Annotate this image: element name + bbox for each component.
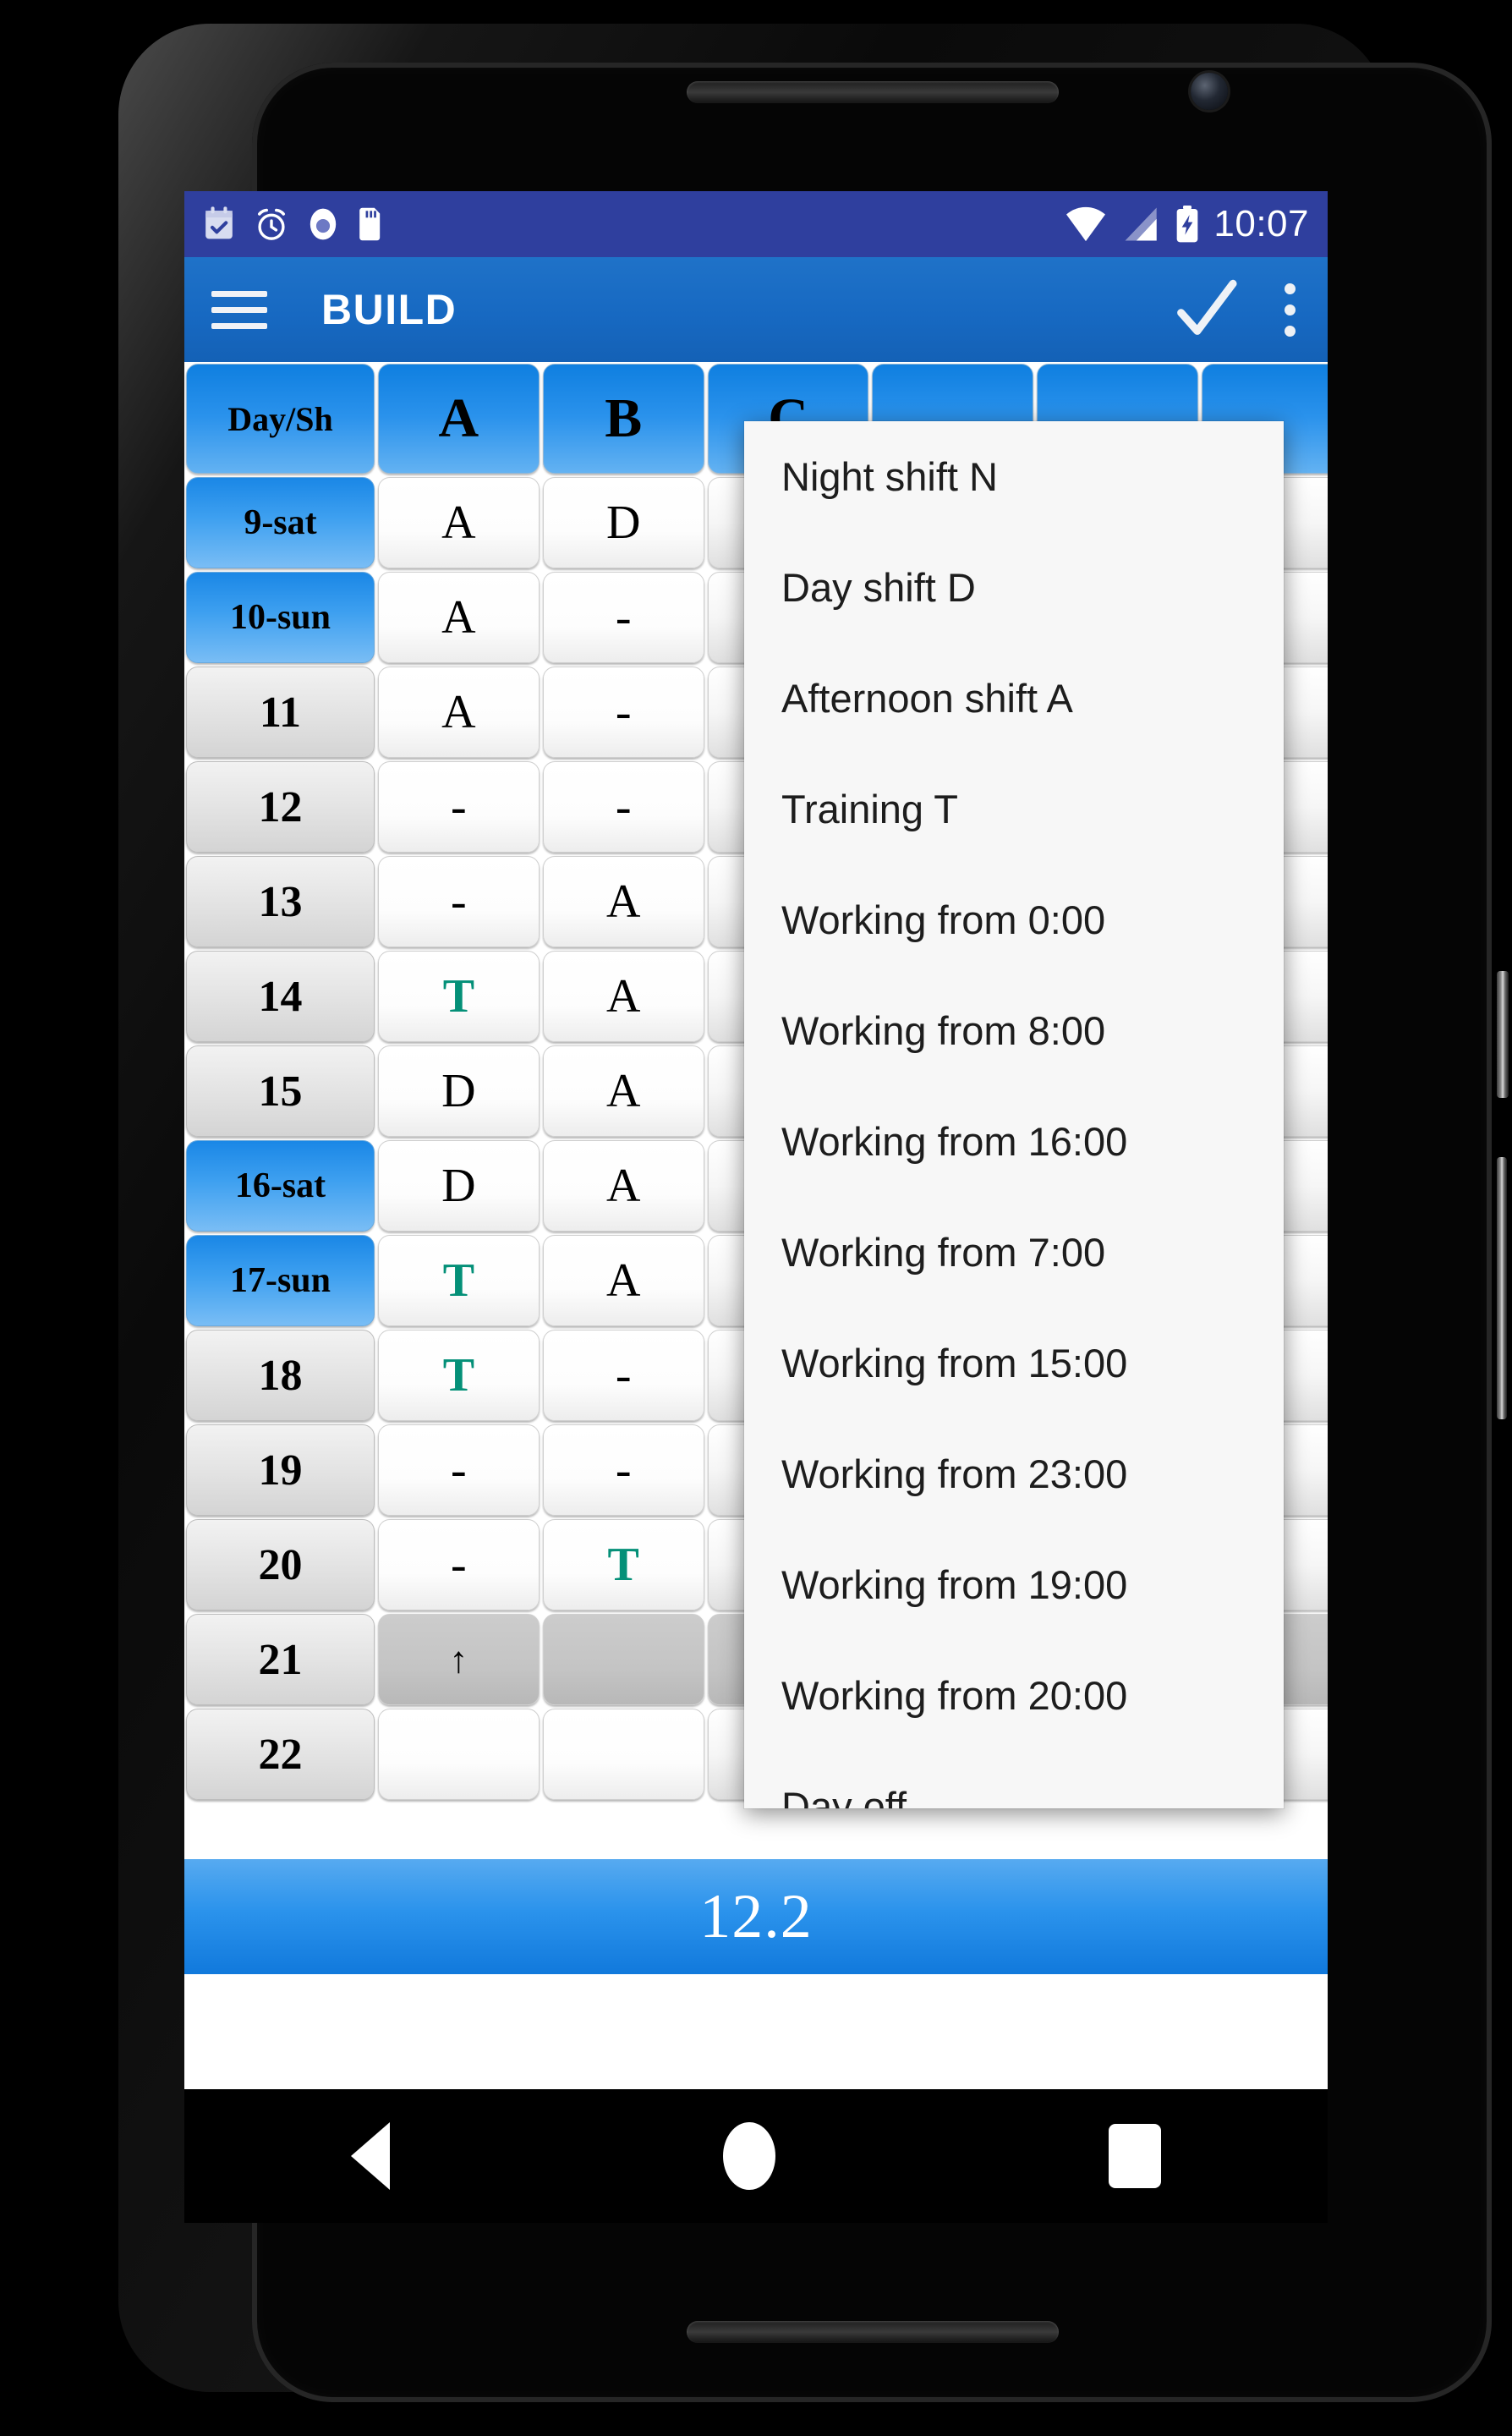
day-label-cell[interactable]: 15 [186,1045,375,1137]
header-cell-group[interactable]: A [377,364,540,474]
total-value: 12.2 [699,1881,813,1951]
menu-item-11[interactable]: Working from 20:00 [744,1640,1284,1751]
menu-item-8[interactable]: Working from 15:00 [744,1308,1284,1418]
recents-square-icon[interactable] [1109,2124,1161,2188]
sd-card-icon [359,207,381,241]
day-label-cell[interactable]: 12 [186,761,375,853]
total-bar: 12.2 [184,1859,1328,1974]
shift-cell[interactable]: - [377,1519,540,1610]
record-circle-icon [310,208,337,240]
day-label-cell[interactable]: 11 [186,667,375,758]
shift-cell[interactable] [542,1709,704,1800]
menu-item-10[interactable]: Working from 19:00 [744,1529,1284,1640]
shift-cell[interactable]: A [542,1235,704,1326]
day-label-cell[interactable]: 14 [186,951,375,1042]
menu-item-12[interactable]: Day off [744,1751,1284,1808]
shift-cell[interactable]: A [542,856,704,947]
cell-signal-icon [1125,207,1158,241]
shift-cell[interactable]: A [377,572,540,663]
shift-cell[interactable]: T [377,1235,540,1326]
volume-button[interactable] [1497,1157,1507,1419]
shift-cell[interactable] [542,1614,704,1705]
check-icon[interactable] [1172,276,1240,343]
menu-item-9[interactable]: Working from 23:00 [744,1418,1284,1529]
bottom-speaker [687,2321,1059,2343]
calendar-check-icon [205,206,233,239]
shift-cell[interactable]: D [542,477,704,568]
day-label-cell[interactable]: 13 [186,856,375,947]
shift-cell[interactable]: - [542,1424,704,1516]
wifi-icon [1066,206,1106,242]
shift-cell[interactable]: T [542,1519,704,1610]
alarm-clock-icon [258,208,285,240]
menu-item-6[interactable]: Working from 16:00 [744,1086,1284,1197]
battery-charging-icon [1177,206,1198,243]
shift-cell[interactable]: A [377,477,540,568]
home-circle-icon[interactable] [723,2122,775,2190]
shift-cell[interactable]: - [377,856,540,947]
shift-cell[interactable]: A [542,1140,704,1232]
shift-cell[interactable]: A [542,951,704,1042]
shift-cell[interactable]: - [542,761,704,853]
status-bar-clock: 10:07 [1213,203,1309,244]
day-label-cell[interactable]: 20 [186,1519,375,1610]
menu-item-7[interactable]: Working from 7:00 [744,1197,1284,1308]
shift-cell[interactable]: - [542,572,704,663]
menu-item-0[interactable]: Night shift N [744,421,1284,532]
menu-item-1[interactable]: Day shift D [744,532,1284,643]
day-label-cell[interactable]: 16-sat [186,1140,375,1232]
shift-cell[interactable]: D [377,1140,540,1232]
menu-item-2[interactable]: Afternoon shift A [744,643,1284,754]
phone-screen: 10:07 BUILD Day/Sh A B C 9-sat A D 10-sun A -11 A -… [184,191,1328,2089]
more-vert-icon[interactable] [1279,274,1301,345]
day-label-cell[interactable]: 9-sat [186,477,375,568]
shift-cell[interactable]: A [542,1045,704,1137]
shift-cell[interactable] [377,1709,540,1800]
shift-cell[interactable]: A [377,667,540,758]
app-bar-actions [1172,274,1301,345]
day-label-cell[interactable]: 10-sun [186,572,375,663]
shift-cell[interactable]: T [377,951,540,1042]
day-label-cell[interactable]: 19 [186,1424,375,1516]
shift-cell[interactable]: D [377,1045,540,1137]
shift-type-menu[interactable]: Night shift N Day shift D Afternoon shift … [744,421,1284,1808]
status-bar: 10:07 [184,191,1328,257]
power-button[interactable] [1497,971,1509,1098]
shift-cell[interactable]: T [377,1330,540,1421]
day-label-cell[interactable]: 22 [186,1709,375,1800]
day-label-cell[interactable]: 21 [186,1614,375,1705]
shift-cell[interactable]: - [542,1330,704,1421]
header-cell-day[interactable]: Day/Sh [186,364,375,474]
front-camera [1191,73,1228,110]
earpiece-speaker [687,81,1059,103]
back-triangle-icon[interactable] [351,2122,390,2190]
menu-item-5[interactable]: Working from 8:00 [744,975,1284,1086]
shift-cell[interactable]: - [377,761,540,853]
day-label-cell[interactable]: 18 [186,1330,375,1421]
header-cell-group[interactable]: B [542,364,704,474]
page-title: BUILD [321,286,457,333]
shift-cell[interactable]: - [542,667,704,758]
day-label-cell[interactable]: 17-sun [186,1235,375,1326]
hamburger-icon[interactable] [211,282,267,337]
status-bar-left-icons [203,206,384,242]
app-bar: BUILD [184,257,1328,362]
shift-cell[interactable]: ↑ [377,1614,540,1705]
status-bar-right-icons: 10:07 [1063,204,1309,244]
menu-item-4[interactable]: Working from 0:00 [744,864,1284,975]
shift-cell[interactable]: - [377,1424,540,1516]
android-nav-bar [184,2089,1328,2223]
menu-item-3[interactable]: Training T [744,754,1284,864]
